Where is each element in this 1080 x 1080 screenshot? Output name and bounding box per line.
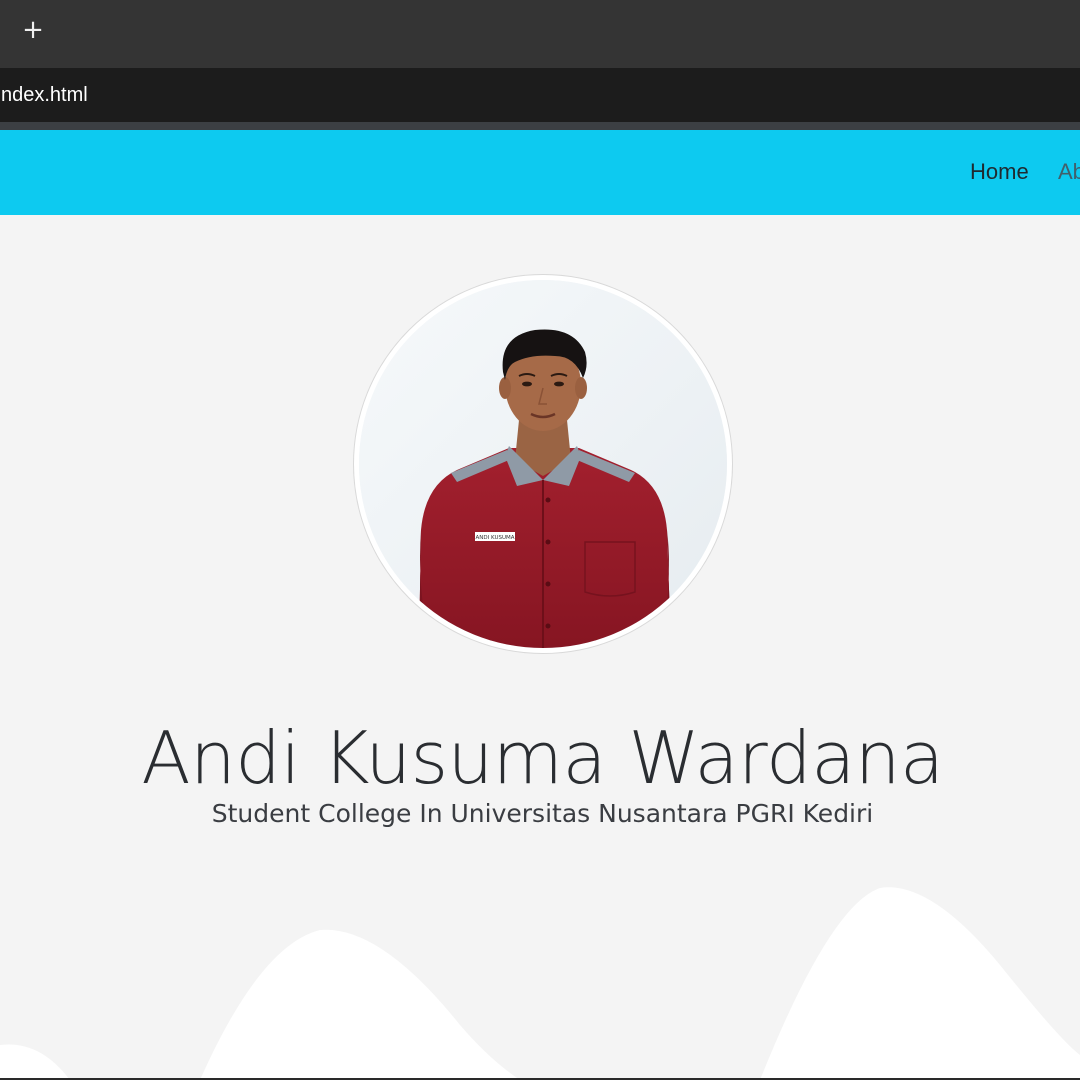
shirt-button — [545, 497, 551, 503]
left-ear — [499, 377, 511, 399]
hero-name: Andi Kusuma Wardana — [141, 716, 944, 801]
site-navbar: Home Ab — [0, 130, 1080, 215]
browser-address-bar[interactable]: /index.html — [0, 68, 1080, 122]
new-tab-button[interactable]: + — [18, 13, 48, 47]
plus-icon: + — [22, 15, 44, 45]
shirt-button — [545, 581, 551, 587]
browser-tab-bar: + — [0, 0, 1080, 68]
wave-right — [760, 887, 1080, 1080]
nav-link-home[interactable]: Home — [970, 158, 1029, 186]
badge-text: ANDI KUSUMA — [476, 535, 515, 541]
right-eye — [554, 381, 564, 387]
url-text[interactable]: /index.html — [0, 82, 88, 108]
right-ear — [575, 377, 587, 399]
profile-photo-illustration: ANDI KUSUMA — [359, 280, 727, 648]
shirt-button — [545, 623, 551, 629]
shirt-button — [545, 539, 551, 545]
decorative-waves — [0, 887, 1080, 1080]
browser-toolbar-divider — [0, 122, 1080, 130]
hero-subtitle: Student College In Universitas Nusantara… — [211, 799, 874, 828]
nav-link-about[interactable]: Ab — [1058, 158, 1080, 186]
wave-middle — [200, 929, 520, 1080]
wave-left — [0, 1044, 70, 1080]
hero-section: ANDI KUSUMA Andi Kusuma Wardana Student … — [0, 215, 1080, 1080]
left-eye — [522, 381, 532, 387]
profile-photo: ANDI KUSUMA — [354, 275, 732, 653]
